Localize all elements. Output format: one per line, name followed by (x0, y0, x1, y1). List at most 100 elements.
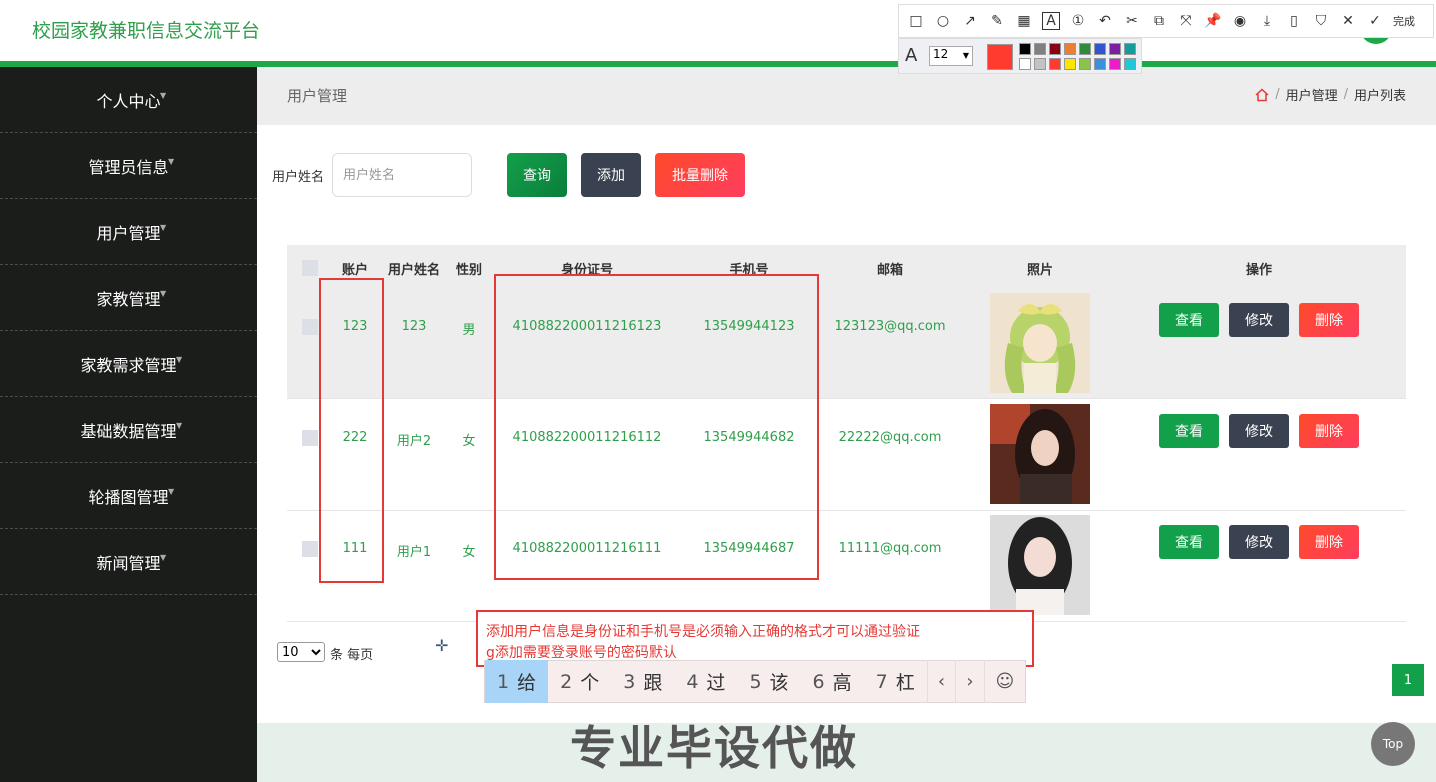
row-checkbox[interactable] (302, 319, 318, 335)
cell-account: 123 (342, 319, 368, 334)
color-swatch[interactable] (1019, 58, 1031, 70)
font-size-select[interactable]: 12 ▼ (929, 46, 973, 66)
ocr-icon[interactable]: ⧉ (1150, 12, 1168, 30)
mosaic-tool-icon[interactable]: ▦ (1015, 12, 1033, 30)
app-title: 校园家教兼职信息交流平台 (32, 20, 261, 42)
edit-button[interactable]: 修改 (1229, 525, 1289, 559)
edit-button[interactable]: 修改 (1229, 414, 1289, 448)
bookmark-icon[interactable]: ⛉ (1312, 12, 1330, 30)
delete-button[interactable]: 删除 (1299, 525, 1359, 559)
color-swatch[interactable] (1124, 58, 1136, 70)
selected-color-swatch[interactable] (987, 44, 1013, 70)
color-swatch[interactable] (1124, 43, 1136, 55)
sidebar-item-personal-center[interactable]: 个人中心 ▼ (0, 67, 257, 133)
arrow-tool-icon[interactable]: ↗ (961, 12, 979, 30)
long-screenshot-icon[interactable]: ⤧ (1177, 12, 1195, 30)
username-search-input[interactable] (332, 153, 472, 197)
cell-email: 123123@qq.com (834, 319, 946, 334)
delete-button[interactable]: 删除 (1299, 303, 1359, 337)
ime-candidate[interactable]: 7杠 (864, 660, 927, 703)
add-button[interactable]: 添加 (581, 153, 641, 197)
close-icon[interactable]: ✕ (1339, 12, 1357, 30)
caret-down-icon: ▼ (168, 487, 175, 496)
sidebar-item-news[interactable]: 新闻管理 ▼ (0, 529, 257, 595)
undo-icon[interactable]: ↶ (1096, 12, 1114, 30)
home-icon[interactable] (1255, 87, 1269, 102)
caret-down-icon: ▼ (160, 223, 167, 232)
sidebar-item-tutor-management[interactable]: 家教管理 ▼ (0, 265, 257, 331)
table-row: 111 用户1 女 410882200011216111 13549944687… (287, 511, 1406, 622)
annotation-note-box[interactable]: 添加用户信息是身份证和手机号是必须输入正确的格式才可以通过验证 g添加需要登录账… (476, 610, 1034, 667)
sidebar-item-label: 基础数据管理 (80, 421, 177, 441)
color-swatch[interactable] (1109, 43, 1121, 55)
batch-delete-button[interactable]: 批量删除 (655, 153, 745, 197)
search-label: 用户姓名 (272, 170, 325, 185)
ime-candidate[interactable]: 5该 (737, 660, 800, 703)
download-icon[interactable]: ⤓ (1258, 12, 1276, 30)
view-button[interactable]: 查看 (1159, 525, 1219, 559)
cell-name: 用户1 (396, 545, 432, 560)
color-swatch[interactable] (1049, 43, 1061, 55)
page-number-1[interactable]: 1 (1392, 664, 1424, 696)
color-swatch[interactable] (1079, 58, 1091, 70)
view-button[interactable]: 查看 (1159, 414, 1219, 448)
cell-id-card: 410882200011216123 (512, 319, 662, 334)
sidebar: 个人中心 ▼ 管理员信息 ▼ 用户管理 ▼ 家教管理 ▼ 家教需求管理 ▼ 基础数据管理 ▼… (0, 67, 257, 782)
sidebar-item-label: 家教管理 (96, 289, 161, 309)
color-swatch[interactable] (1064, 58, 1076, 70)
color-swatch[interactable] (1094, 58, 1106, 70)
cut-icon[interactable]: ✂ (1123, 12, 1141, 30)
query-button[interactable]: 查询 (507, 153, 567, 197)
cell-phone: 13549944687 (703, 541, 795, 556)
column-header-id-card: 身份证号 (560, 263, 613, 278)
done-label[interactable]: 完成 (1393, 12, 1415, 30)
delete-button[interactable]: 删除 (1299, 414, 1359, 448)
phone-icon[interactable]: ▯ (1285, 12, 1303, 30)
view-button[interactable]: 查看 (1159, 303, 1219, 337)
color-swatch[interactable] (1079, 43, 1091, 55)
edit-button[interactable]: 修改 (1229, 303, 1289, 337)
page-title: 用户管理 (287, 87, 348, 105)
sidebar-item-user-management[interactable]: 用户管理 ▼ (0, 199, 257, 265)
number-marker-icon[interactable]: ① (1069, 12, 1087, 30)
ime-emoji-icon[interactable]: ☺ (983, 660, 1025, 703)
ime-candidate[interactable]: 1给 (485, 660, 549, 703)
color-swatch[interactable] (1019, 43, 1031, 55)
color-swatch[interactable] (1109, 58, 1121, 70)
sidebar-item-carousel[interactable]: 轮播图管理 ▼ (0, 463, 257, 529)
color-swatch[interactable] (1034, 58, 1046, 70)
color-swatch[interactable] (1034, 43, 1046, 55)
select-all-checkbox[interactable] (302, 260, 318, 276)
record-icon[interactable]: ◉ (1231, 12, 1249, 30)
sidebar-item-label: 用户管理 (96, 223, 161, 243)
color-swatch[interactable] (1094, 43, 1106, 55)
row-checkbox[interactable] (302, 430, 318, 446)
text-tool-icon[interactable]: A (1042, 12, 1060, 30)
ime-candidate[interactable]: 4过 (674, 660, 737, 703)
color-swatch[interactable] (1049, 58, 1061, 70)
ellipse-tool-icon[interactable]: ○ (934, 12, 952, 30)
ime-candidate[interactable]: 3跟 (611, 660, 674, 703)
page-size-select[interactable]: 10 (277, 642, 325, 662)
column-header-email: 邮箱 (876, 263, 903, 278)
row-checkbox[interactable] (302, 541, 318, 557)
color-swatch[interactable] (1064, 43, 1076, 55)
sidebar-item-tutor-demand[interactable]: 家教需求管理 ▼ (0, 331, 257, 397)
rectangle-tool-icon[interactable]: □ (907, 12, 925, 30)
ime-candidate[interactable]: 2个 (548, 660, 611, 703)
check-icon[interactable]: ✓ (1366, 12, 1384, 30)
column-header-gender: 性别 (455, 263, 482, 278)
sidebar-item-base-data[interactable]: 基础数据管理 ▼ (0, 397, 257, 463)
ime-candidate[interactable]: 6高 (801, 660, 864, 703)
ime-prev-page-icon[interactable]: ‹ (926, 660, 955, 703)
pen-tool-icon[interactable]: ✎ (988, 12, 1006, 30)
cell-id-card: 410882200011216112 (512, 430, 662, 445)
column-header-account: 账户 (341, 263, 368, 278)
back-to-top-button[interactable]: Top (1371, 722, 1415, 766)
pin-icon[interactable]: 📌 (1204, 12, 1222, 30)
ime-next-page-icon[interactable]: › (955, 660, 983, 703)
page-header-bar: 用户管理 / 用户管理 / 用户列表 (257, 67, 1436, 125)
sidebar-item-admin-info[interactable]: 管理员信息 ▼ (0, 133, 257, 199)
breadcrumb-item-user-management[interactable]: 用户管理 (1286, 85, 1338, 104)
text-style-panel: A 12 ▼ (898, 38, 1142, 74)
